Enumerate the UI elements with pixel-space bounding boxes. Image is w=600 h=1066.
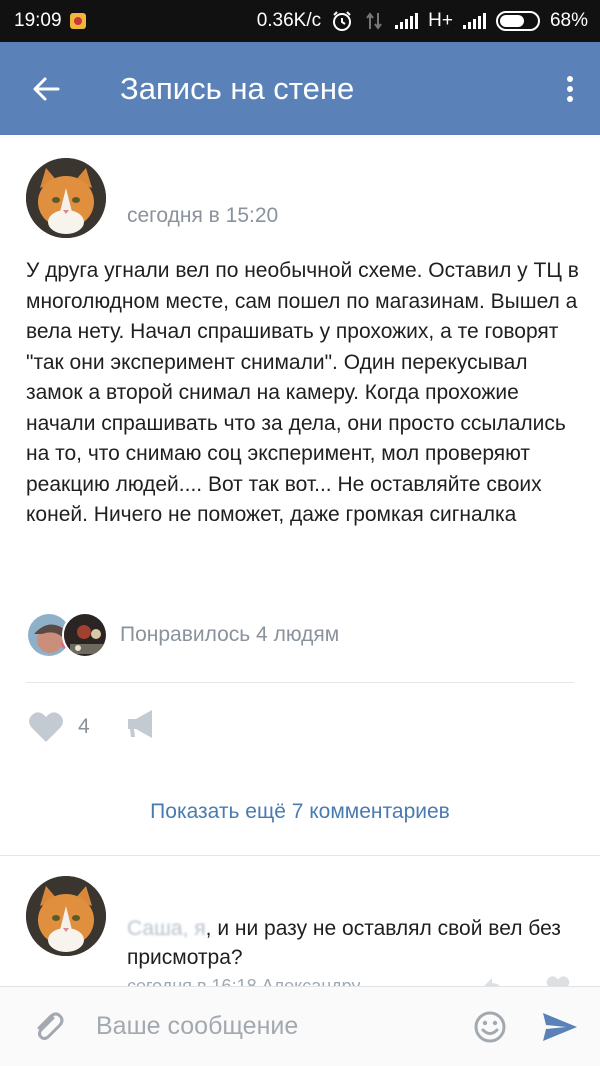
attach-button[interactable] [0, 987, 96, 1066]
post-header [26, 158, 106, 238]
back-button[interactable] [0, 42, 92, 135]
signal-icon-2 [462, 13, 486, 29]
comment-reply-name[interactable]: Саша, я [127, 917, 206, 940]
comment-text: Саша, я, и ни разу не оставлял свой вел … [127, 914, 577, 972]
author-avatar[interactable] [26, 158, 106, 238]
like-count: 4 [78, 714, 90, 738]
send-icon [543, 1012, 577, 1041]
post-actions: 4 [28, 708, 158, 745]
app-bar: Запись на стене [0, 42, 600, 135]
divider [26, 682, 574, 683]
send-button[interactable] [520, 987, 600, 1066]
battery-percent: 68% [549, 10, 588, 31]
likes-summary[interactable]: Понравилось 4 людям [120, 623, 339, 647]
paperclip-icon [37, 1012, 64, 1040]
message-input[interactable] [96, 996, 460, 1057]
smiley-icon [474, 1011, 506, 1042]
heart-icon [29, 711, 63, 742]
megaphone-icon [127, 710, 152, 738]
status-bar: 19:09 0.36K/c H+ 68% [0, 0, 600, 42]
arrow-left-icon [33, 77, 60, 100]
battery-icon [495, 11, 540, 31]
page-title: Запись на стене [120, 70, 355, 106]
post-date: сегодня в 15:20 [127, 204, 279, 227]
emoji-button[interactable] [460, 987, 520, 1066]
post-text: У друга угнали вел по необычной схеме. О… [26, 259, 579, 526]
like-button[interactable]: 4 [28, 711, 90, 743]
status-time: 19:09 [14, 10, 62, 31]
notification-icon [69, 13, 86, 29]
alarm-icon [331, 10, 353, 32]
comment-author-avatar[interactable] [26, 876, 106, 956]
data-transfer-icon [363, 10, 385, 32]
message-composer [0, 986, 600, 1066]
signal-icon [395, 13, 419, 29]
net-speed: 0.36K/c [256, 10, 322, 31]
liker-avatar[interactable] [62, 612, 108, 658]
share-button[interactable] [126, 708, 158, 745]
show-more-comments-link[interactable]: Показать ещё 7 комментариев [0, 800, 600, 824]
likes-row[interactable]: Понравилось 4 людям [26, 612, 339, 658]
network-type: H+ [428, 10, 453, 31]
divider [0, 855, 600, 856]
more-vertical-icon [567, 75, 573, 102]
more-options-button[interactable] [540, 42, 600, 135]
